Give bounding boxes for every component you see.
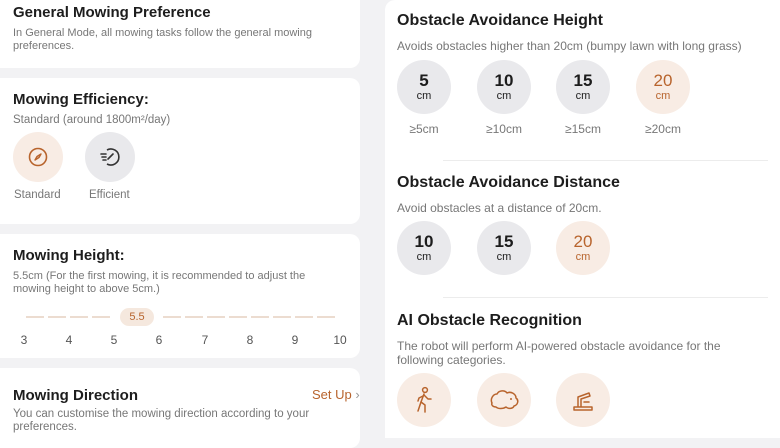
- option-number: 20: [653, 71, 673, 90]
- option-unit: cm: [575, 251, 591, 263]
- ai-category-person[interactable]: [397, 373, 451, 427]
- height-tick: 8: [246, 333, 254, 347]
- height-tick: 7: [201, 333, 209, 347]
- option-number: 20: [573, 232, 593, 251]
- chevron-right-icon: ›: [355, 387, 360, 402]
- efficiency-efficient-label: Efficient: [89, 189, 130, 201]
- general-preference-desc: In General Mode, all mowing tasks follow…: [13, 27, 312, 52]
- option-number: 5: [419, 71, 429, 90]
- divider: [443, 160, 768, 161]
- slider-segment: [26, 316, 44, 318]
- option-unit: cm: [655, 90, 671, 102]
- slider-value: 5.5: [129, 311, 145, 323]
- avoid-height-caption: ≥5cm: [409, 122, 439, 136]
- general-preference-card: General Mowing Preference In General Mod…: [0, 0, 360, 68]
- avoid-height-caption: ≥15cm: [565, 122, 601, 136]
- direction-desc: You can customise the mowing direction a…: [13, 408, 310, 433]
- avoid-height-option-20[interactable]: 20 cm: [636, 60, 690, 114]
- speed-icon: [100, 148, 120, 166]
- avoid-height-option-15[interactable]: 15 cm: [556, 60, 610, 114]
- slider-segment: [48, 316, 66, 318]
- height-tick: 9: [291, 333, 299, 347]
- option-number: 10: [494, 71, 514, 90]
- animal-icon: [490, 390, 519, 410]
- slider-segment: [207, 316, 225, 318]
- mowing-efficiency-card: Mowing Efficiency: Standard (around 1800…: [0, 78, 360, 224]
- efficiency-standard-option[interactable]: [13, 132, 63, 182]
- direction-title: Mowing Direction: [13, 387, 138, 404]
- avoid-height-desc: Avoids obstacles higher than 20cm (bumpy…: [397, 39, 742, 53]
- right-panel: Obstacle Avoidance Height Avoids obstacl…: [385, 0, 780, 438]
- slider-segment: [251, 316, 269, 318]
- person-walking-icon: [417, 386, 432, 413]
- avoid-height-option-10[interactable]: 10 cm: [477, 60, 531, 114]
- compass-icon: [28, 147, 48, 167]
- left-panel: General Mowing Preference In General Mod…: [0, 0, 360, 448]
- avoid-distance-option-10[interactable]: 10 cm: [397, 221, 451, 275]
- slider-segment: [229, 316, 247, 318]
- avoid-height-title: Obstacle Avoidance Height: [397, 12, 603, 29]
- slider-segment: [163, 316, 181, 318]
- slider-segment: [317, 316, 335, 318]
- option-number: 15: [573, 71, 593, 90]
- slider-segment: [273, 316, 291, 318]
- slider-segment: [70, 316, 88, 318]
- ai-recognition-desc: The robot will perform AI-powered obstac…: [397, 339, 721, 367]
- height-tick: 10: [333, 333, 347, 347]
- general-preference-title: General Mowing Preference: [13, 4, 211, 21]
- height-slider[interactable]: 5.5: [0, 300, 360, 350]
- height-tick: 6: [155, 333, 163, 347]
- option-unit: cm: [575, 90, 591, 102]
- option-unit: cm: [416, 90, 432, 102]
- object-icon: [573, 392, 593, 411]
- ai-category-object[interactable]: [556, 373, 610, 427]
- option-unit: cm: [416, 251, 432, 263]
- height-tick: 3: [20, 333, 28, 347]
- slider-segment: [185, 316, 203, 318]
- avoid-distance-title: Obstacle Avoidance Distance: [397, 174, 620, 191]
- efficiency-efficient-option[interactable]: [85, 132, 135, 182]
- avoid-height-caption: ≥10cm: [486, 122, 522, 136]
- direction-setup-label: Set Up: [312, 387, 352, 402]
- ai-category-animal[interactable]: [477, 373, 531, 427]
- avoid-distance-option-15[interactable]: 15 cm: [477, 221, 531, 275]
- slider-segment: [92, 316, 110, 318]
- avoid-height-caption: ≥20cm: [645, 122, 681, 136]
- height-desc: 5.5cm (For the first mowing, it is recom…: [13, 270, 306, 295]
- slider-segment: [295, 316, 313, 318]
- efficiency-desc: Standard (around 1800m²/day): [13, 114, 171, 126]
- ai-recognition-title: AI Obstacle Recognition: [397, 312, 582, 329]
- divider: [443, 297, 768, 298]
- height-title: Mowing Height:: [13, 247, 125, 264]
- efficiency-title: Mowing Efficiency:: [13, 91, 149, 108]
- direction-setup-link[interactable]: Set Up ›: [312, 387, 360, 402]
- slider-thumb[interactable]: 5.5: [120, 308, 154, 326]
- option-number: 10: [414, 232, 434, 251]
- option-unit: cm: [496, 90, 512, 102]
- height-tick: 4: [65, 333, 73, 347]
- avoid-distance-option-20[interactable]: 20 cm: [556, 221, 610, 275]
- efficiency-standard-label: Standard: [14, 189, 61, 201]
- option-number: 15: [494, 232, 514, 251]
- option-unit: cm: [496, 251, 512, 263]
- height-tick: 5: [110, 333, 118, 347]
- mowing-direction-card[interactable]: Mowing Direction Set Up › You can custom…: [0, 368, 360, 448]
- avoid-distance-desc: Avoid obstacles at a distance of 20cm.: [397, 201, 602, 215]
- avoid-height-option-5[interactable]: 5 cm: [397, 60, 451, 114]
